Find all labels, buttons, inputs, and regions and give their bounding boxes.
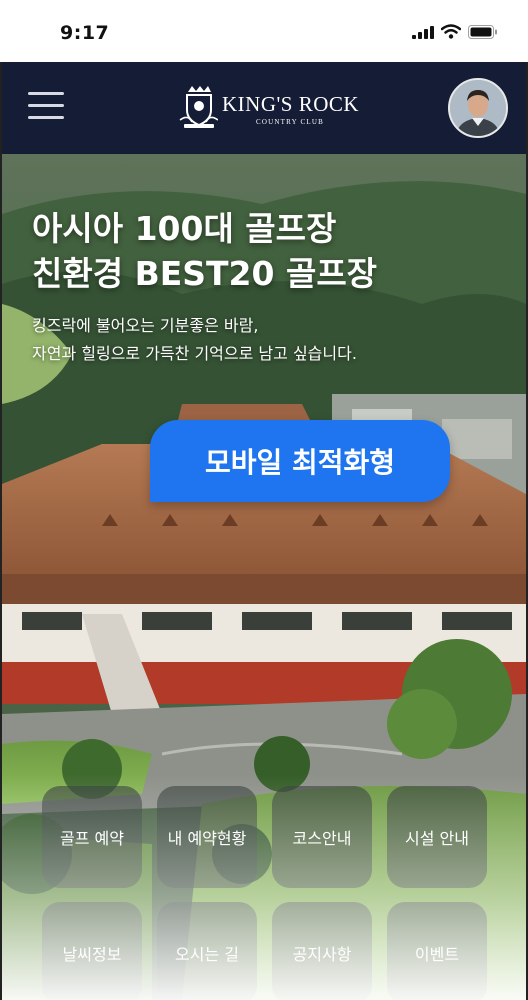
hero-title-line: 친환경 BEST20 골프장	[32, 254, 378, 293]
event-button[interactable]: 이벤트	[387, 902, 487, 1000]
wifi-icon	[441, 24, 461, 39]
crest-icon	[179, 86, 218, 128]
user-photo-icon	[450, 80, 506, 136]
avatar[interactable]	[448, 78, 508, 138]
hamburger-menu-button[interactable]	[28, 92, 64, 122]
golf-reservation-button[interactable]: 골프 예약	[42, 786, 142, 888]
status-icons	[412, 24, 498, 39]
menu-line	[28, 104, 64, 107]
notice-button[interactable]: 공지사항	[272, 902, 372, 1000]
logo-subtext: COUNTRY CLUB	[256, 118, 325, 126]
hero-section: 아시아 100대 골프장 친환경 BEST20 골프장 킹즈락에 불어오는 기분…	[2, 154, 526, 1000]
hero-subtitle: 킹즈락에 불어오는 기분좋은 바람, 자연과 힐링으로 가득찬 기억으로 남고 …	[32, 312, 357, 368]
signal-icon	[412, 25, 434, 39]
mobile-optimized-badge: 모바일 최적화형	[150, 420, 450, 502]
directions-button[interactable]: 오시는 길	[157, 902, 257, 1000]
battery-icon	[468, 24, 497, 39]
status-bar: 9:17	[0, 0, 528, 62]
menu-line	[28, 116, 64, 119]
hero-title: 아시아 100대 골프장 친환경 BEST20 골프장	[32, 206, 377, 296]
logo-text: KING'S ROCK	[222, 92, 360, 116]
hero-subtitle-line: 자연과 힐링으로 가득찬 기억으로 남고 싶습니다.	[32, 344, 357, 363]
facility-guide-button[interactable]: 시설 안내	[387, 786, 487, 888]
app-header: KING'S ROCK COUNTRY CLUB	[2, 62, 526, 154]
status-time: 9:17	[60, 22, 110, 44]
course-guide-button[interactable]: 코스안내	[272, 786, 372, 888]
phone-frame: KING'S ROCK COUNTRY CLUB 아시아 100대 골프장 친환…	[0, 62, 528, 1000]
hero-title-line: 아시아 100대 골프장	[32, 209, 337, 248]
menu-line	[28, 92, 64, 95]
logo[interactable]: KING'S ROCK COUNTRY CLUB	[178, 84, 359, 132]
weather-button[interactable]: 날씨정보	[42, 902, 142, 1000]
hero-subtitle-line: 킹즈락에 불어오는 기분좋은 바람,	[32, 316, 259, 335]
my-reservations-button[interactable]: 내 예약현황	[157, 786, 257, 888]
